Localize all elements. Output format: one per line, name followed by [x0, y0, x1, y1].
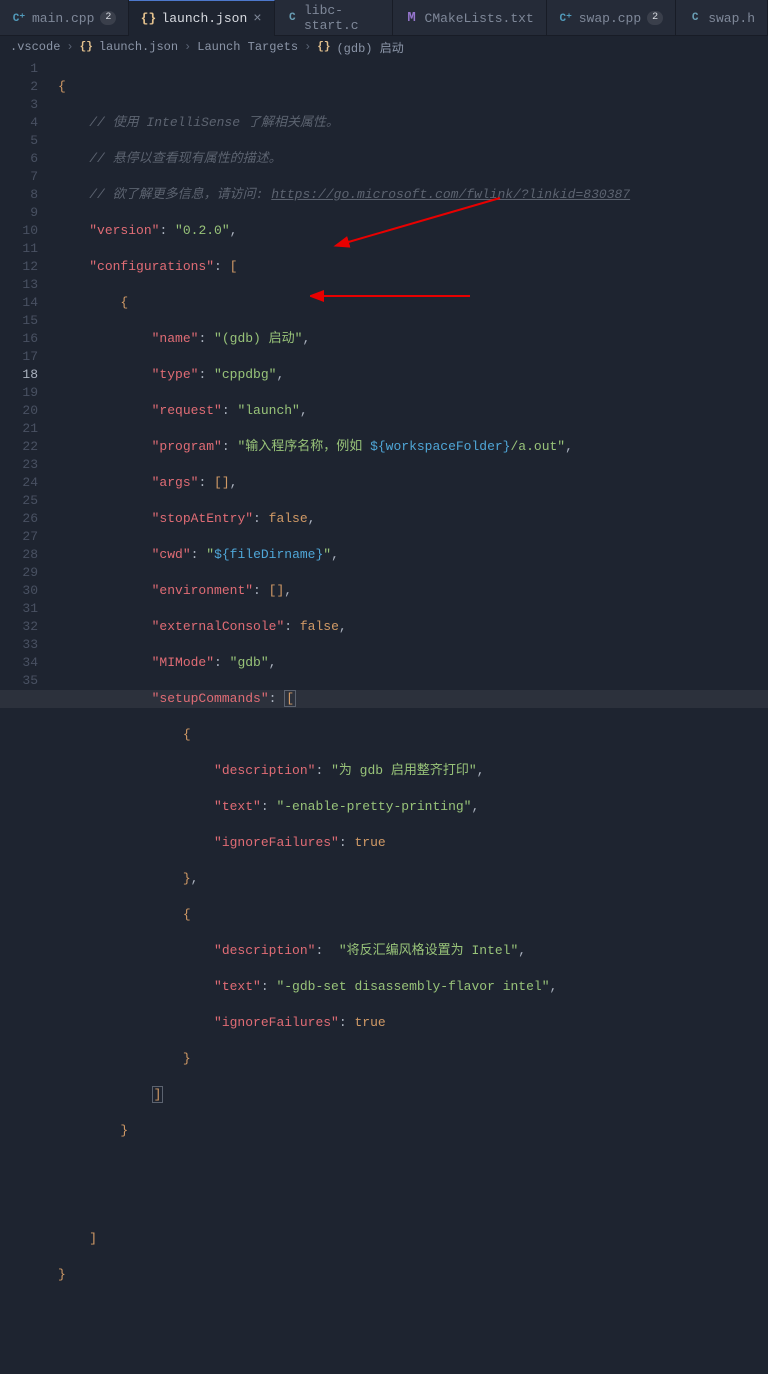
json-icon: {}	[141, 12, 155, 26]
tab-label: libc-start.c	[304, 3, 380, 33]
close-icon[interactable]: ×	[253, 11, 261, 27]
tab-label: launch.json	[161, 11, 247, 26]
tab-bar: C⁺ main.cpp 2 {} launch.json × C libc-st…	[0, 0, 768, 36]
c-icon: C	[688, 11, 702, 25]
cpp-icon: C⁺	[559, 11, 573, 25]
code-area[interactable]: { // 使用 IntelliSense 了解相关属性。 // 悬停以查看现有属…	[50, 58, 768, 687]
breadcrumb-item[interactable]: Launch Targets	[197, 40, 298, 54]
breadcrumb-item[interactable]: .vscode	[10, 40, 60, 54]
chevron-right-icon: ›	[304, 40, 311, 54]
tab-swap-cpp[interactable]: C⁺ swap.cpp 2	[547, 0, 676, 36]
tab-badge: 2	[100, 11, 116, 25]
tab-swap-h[interactable]: C swap.h	[676, 0, 768, 36]
line-number-gutter: 1234 5678 9101112 13141516 17181920 2122…	[0, 58, 50, 687]
breadcrumb[interactable]: .vscode › {} launch.json › Launch Target…	[0, 36, 768, 58]
tab-libc-start[interactable]: C libc-start.c	[275, 0, 393, 36]
tab-cmakelists[interactable]: M CMakeLists.txt	[393, 0, 547, 36]
cmake-icon: M	[405, 11, 419, 25]
cpp-icon: C⁺	[12, 11, 26, 25]
chevron-right-icon: ›	[184, 40, 191, 54]
tab-label: main.cpp	[32, 11, 94, 26]
json-icon: {}	[317, 41, 330, 53]
editor[interactable]: 1234 5678 9101112 13141516 17181920 2122…	[0, 58, 768, 687]
c-icon: C	[287, 11, 298, 25]
tab-launch-json[interactable]: {} launch.json ×	[129, 0, 274, 36]
tab-main-cpp[interactable]: C⁺ main.cpp 2	[0, 0, 129, 36]
tab-label: swap.h	[708, 11, 755, 26]
tab-label: swap.cpp	[579, 11, 641, 26]
json-icon: {}	[80, 41, 93, 53]
tab-label: CMakeLists.txt	[425, 11, 534, 26]
breadcrumb-item[interactable]: launch.json	[99, 40, 178, 54]
tab-badge: 2	[647, 11, 663, 25]
breadcrumb-item[interactable]: (gdb) 启动	[336, 39, 403, 56]
chevron-right-icon: ›	[66, 40, 73, 54]
